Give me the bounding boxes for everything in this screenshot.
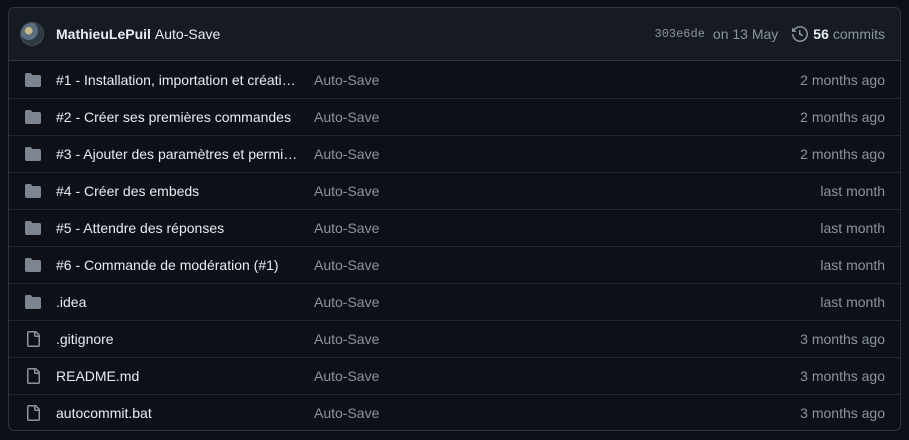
file-name-link[interactable]: #4 - Créer des embeds [56, 183, 298, 199]
folder-icon [25, 72, 41, 88]
commit-age: last month [820, 220, 885, 236]
file-row[interactable]: README.md Auto-Save 3 months ago [9, 357, 900, 394]
folder-row[interactable]: #3 - Ajouter des paramètres et permi… Aut… [9, 135, 900, 172]
folder-icon [25, 220, 41, 236]
commit-age: last month [820, 257, 885, 273]
commit-message-link[interactable]: Auto-Save [314, 368, 800, 384]
folder-row[interactable]: #2 - Créer ses premières commandes Auto-S… [9, 98, 900, 135]
commit-message-link[interactable]: Auto-Save [314, 146, 800, 162]
commit-message-link[interactable]: Auto-Save [314, 257, 820, 273]
commit-date: on 13 May [712, 26, 779, 42]
file-list: #1 - Installation, importation et créati… [9, 61, 900, 430]
folder-icon [25, 109, 41, 125]
commit-message-link[interactable]: Auto-Save [314, 109, 800, 125]
file-name-link[interactable]: #6 - Commande de modération (#1) [56, 257, 298, 273]
commit-age: last month [820, 294, 885, 310]
file-name-link[interactable]: .gitignore [56, 331, 298, 347]
commit-message-link[interactable]: Auto-Save [314, 72, 800, 88]
folder-row[interactable]: #1 - Installation, importation et créati… [9, 61, 900, 98]
commit-age: 2 months ago [800, 146, 885, 162]
commit-message-link[interactable]: Auto-Save [314, 294, 820, 310]
folder-row[interactable]: #4 - Créer des embeds Auto-Save last month [9, 172, 900, 209]
commit-message-link[interactable]: Auto-Save [314, 220, 820, 236]
folder-icon [25, 146, 41, 162]
commit-age: 2 months ago [800, 71, 885, 88]
folder-icon [25, 257, 41, 273]
commit-author-link[interactable]: MathieuLePuil [56, 26, 151, 42]
commit-age: 3 months ago [800, 405, 885, 421]
file-name-link[interactable]: .idea [56, 294, 298, 310]
file-browser: MathieuLePuil Auto-Save 303e6de on 13 Ma… [8, 7, 901, 431]
folder-row[interactable]: #5 - Attendre des réponses Auto-Save last … [9, 209, 900, 246]
commit-count: 56 [813, 26, 829, 42]
folder-row[interactable]: #6 - Commande de modération (#1) Auto-Sav… [9, 246, 900, 283]
file-icon [25, 368, 41, 384]
folder-row[interactable]: .idea Auto-Save last month [9, 283, 900, 320]
folder-icon [25, 294, 41, 310]
file-name-link[interactable]: #1 - Installation, importation et créati… [56, 72, 298, 88]
commits-label: commits [832, 26, 885, 42]
history-icon [792, 26, 809, 42]
commits-history-link[interactable]: 56 commits [792, 26, 885, 42]
latest-commit-bar: MathieuLePuil Auto-Save 303e6de on 13 Ma… [9, 8, 900, 61]
commit-message-link[interactable]: Auto-Save [155, 26, 220, 42]
commit-age: 3 months ago [800, 331, 885, 347]
commit-age: 3 months ago [800, 368, 885, 384]
commit-age: 2 months ago [800, 109, 885, 125]
commit-message-link[interactable]: Auto-Save [314, 331, 800, 347]
commit-age: last month [820, 183, 885, 199]
file-row[interactable]: .gitignore Auto-Save 3 months ago [9, 320, 900, 357]
file-name-link[interactable]: #5 - Attendre des réponses [56, 220, 298, 236]
folder-icon [25, 183, 41, 199]
file-icon [25, 331, 41, 347]
file-row[interactable]: autocommit.bat Auto-Save 3 months ago [9, 394, 900, 430]
file-name-link[interactable]: autocommit.bat [56, 405, 298, 421]
avatar[interactable] [20, 22, 44, 46]
commit-message-link[interactable]: Auto-Save [314, 405, 800, 421]
file-name-link[interactable]: #2 - Créer ses premières commandes [56, 109, 298, 125]
commit-sha-link[interactable]: 303e6de [655, 27, 705, 41]
file-name-link[interactable]: #3 - Ajouter des paramètres et permi… [56, 146, 298, 162]
commit-message-link[interactable]: Auto-Save [314, 183, 820, 199]
file-name-link[interactable]: README.md [56, 368, 298, 384]
file-icon [25, 405, 41, 421]
